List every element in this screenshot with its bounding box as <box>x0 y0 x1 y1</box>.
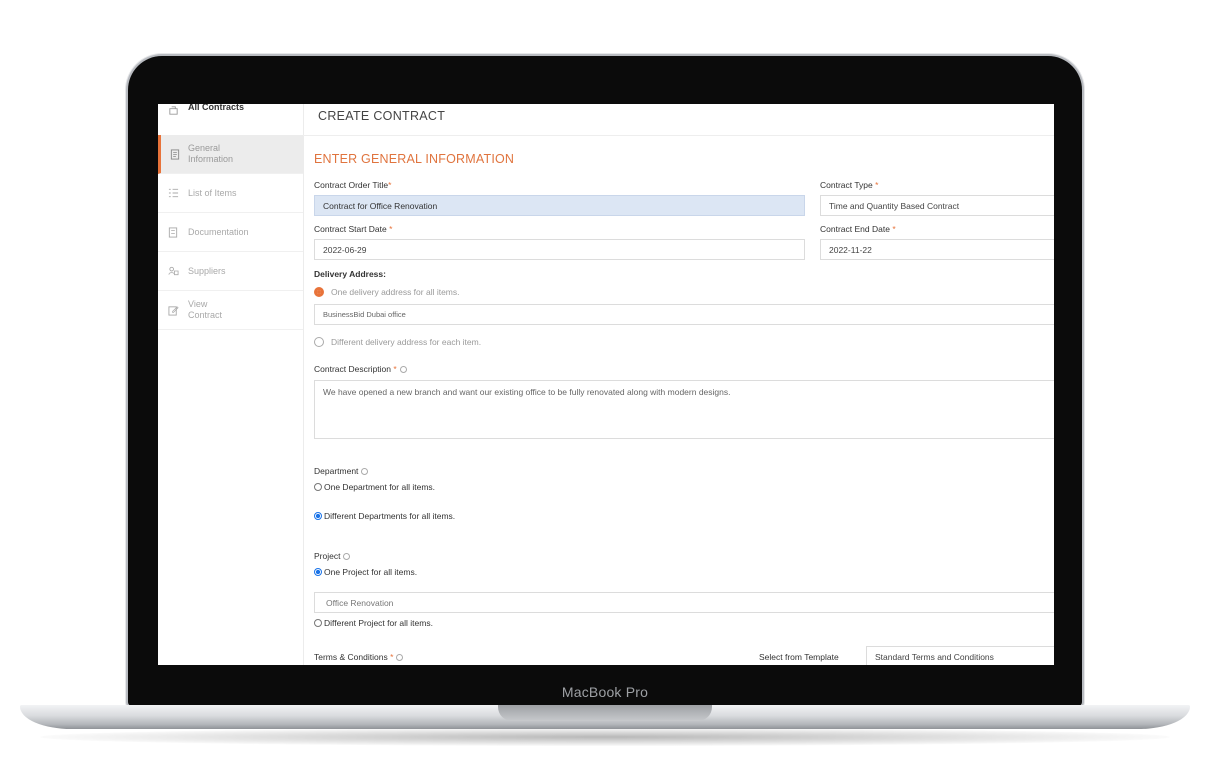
radio-selected-icon <box>314 568 322 576</box>
contract-type-select[interactable]: Time and Quantity Based Contract <box>820 195 1054 216</box>
sidebar: All Contracts General Information List o… <box>158 104 304 665</box>
sidebar-item-label: Suppliers <box>188 266 226 276</box>
sidebar-item-view-contract[interactable]: View Contract <box>158 291 303 330</box>
project-option-different[interactable]: Different Project for all items. <box>314 618 433 628</box>
department-option-one[interactable]: One Department for all items. <box>314 482 435 492</box>
department-label: Department <box>314 466 369 476</box>
delivery-address-input[interactable]: BusinessBid Dubai office <box>314 304 1054 325</box>
delivery-address-label: Delivery Address: <box>314 269 386 279</box>
project-label: Project <box>314 551 351 561</box>
radio-unselected-icon <box>314 337 324 347</box>
title-divider <box>303 135 1054 136</box>
radio-unselected-icon <box>314 483 322 491</box>
contract-start-date-label: Contract Start Date * <box>314 224 393 234</box>
radio-unselected-icon <box>314 619 322 627</box>
contract-description-label: Contract Description * <box>314 364 407 374</box>
laptop-shadow <box>40 728 1170 746</box>
radio-selected-icon <box>314 287 324 297</box>
document-icon <box>161 148 188 160</box>
contract-description-textarea[interactable]: We have opened a new branch and want our… <box>314 380 1054 439</box>
project-option-one[interactable]: One Project for all items. <box>314 567 417 577</box>
delivery-option-one[interactable]: One delivery address for all items. <box>314 287 460 297</box>
terms-label: Terms & Conditions * <box>314 652 404 662</box>
sidebar-item-label: General Information <box>188 143 234 164</box>
contract-order-title-label: Contract Order Title* <box>314 180 392 190</box>
edit-icon <box>158 305 188 316</box>
info-icon <box>399 366 407 374</box>
section-title: ENTER GENERAL INFORMATION <box>314 152 515 166</box>
sidebar-item-suppliers[interactable]: Suppliers <box>158 252 303 291</box>
contract-end-date-input[interactable]: 2022-11-22 <box>820 239 1054 260</box>
page-title: CREATE CONTRACT <box>318 109 446 123</box>
suppliers-icon <box>158 266 188 276</box>
info-icon <box>343 553 351 561</box>
main-content: CREATE CONTRACT ENTER GENERAL INFORMATIO… <box>303 104 1054 665</box>
app-screen: All Contracts General Information List o… <box>158 104 1054 665</box>
sidebar-item-label: List of Items <box>188 188 237 198</box>
sidebar-item-documentation[interactable]: Documentation <box>158 213 303 252</box>
contract-end-date-label: Contract End Date * <box>820 224 896 234</box>
project-select[interactable]: Office Renovation <box>314 592 1054 613</box>
contract-start-date-input[interactable]: 2022-06-29 <box>314 239 805 260</box>
sidebar-item-label: Documentation <box>188 227 249 237</box>
delivery-option-different[interactable]: Different delivery address for each item… <box>314 337 481 347</box>
documentation-icon <box>158 226 188 238</box>
template-select[interactable]: Standard Terms and Conditions <box>866 646 1054 665</box>
contract-order-title-input[interactable]: Contract for Office Renovation <box>314 195 805 216</box>
laptop-notch <box>498 705 712 721</box>
info-icon <box>361 468 369 476</box>
sidebar-item-all-contracts[interactable]: All Contracts <box>158 104 303 116</box>
department-option-different[interactable]: Different Departments for all items. <box>314 511 455 521</box>
sidebar-item-label: All Contracts <box>188 104 245 112</box>
radio-selected-icon <box>314 512 322 520</box>
contract-type-label: Contract Type * <box>820 180 879 190</box>
info-icon <box>396 654 404 662</box>
sidebar-item-general-information[interactable]: General Information <box>158 135 303 174</box>
device-label: MacBook Pro <box>561 684 649 700</box>
sidebar-item-label: View Contract <box>188 299 223 320</box>
list-icon <box>158 188 188 198</box>
select-template-label: Select from Template <box>759 652 839 662</box>
sidebar-item-list-of-items[interactable]: List of Items <box>158 174 303 213</box>
contracts-icon <box>158 105 188 116</box>
